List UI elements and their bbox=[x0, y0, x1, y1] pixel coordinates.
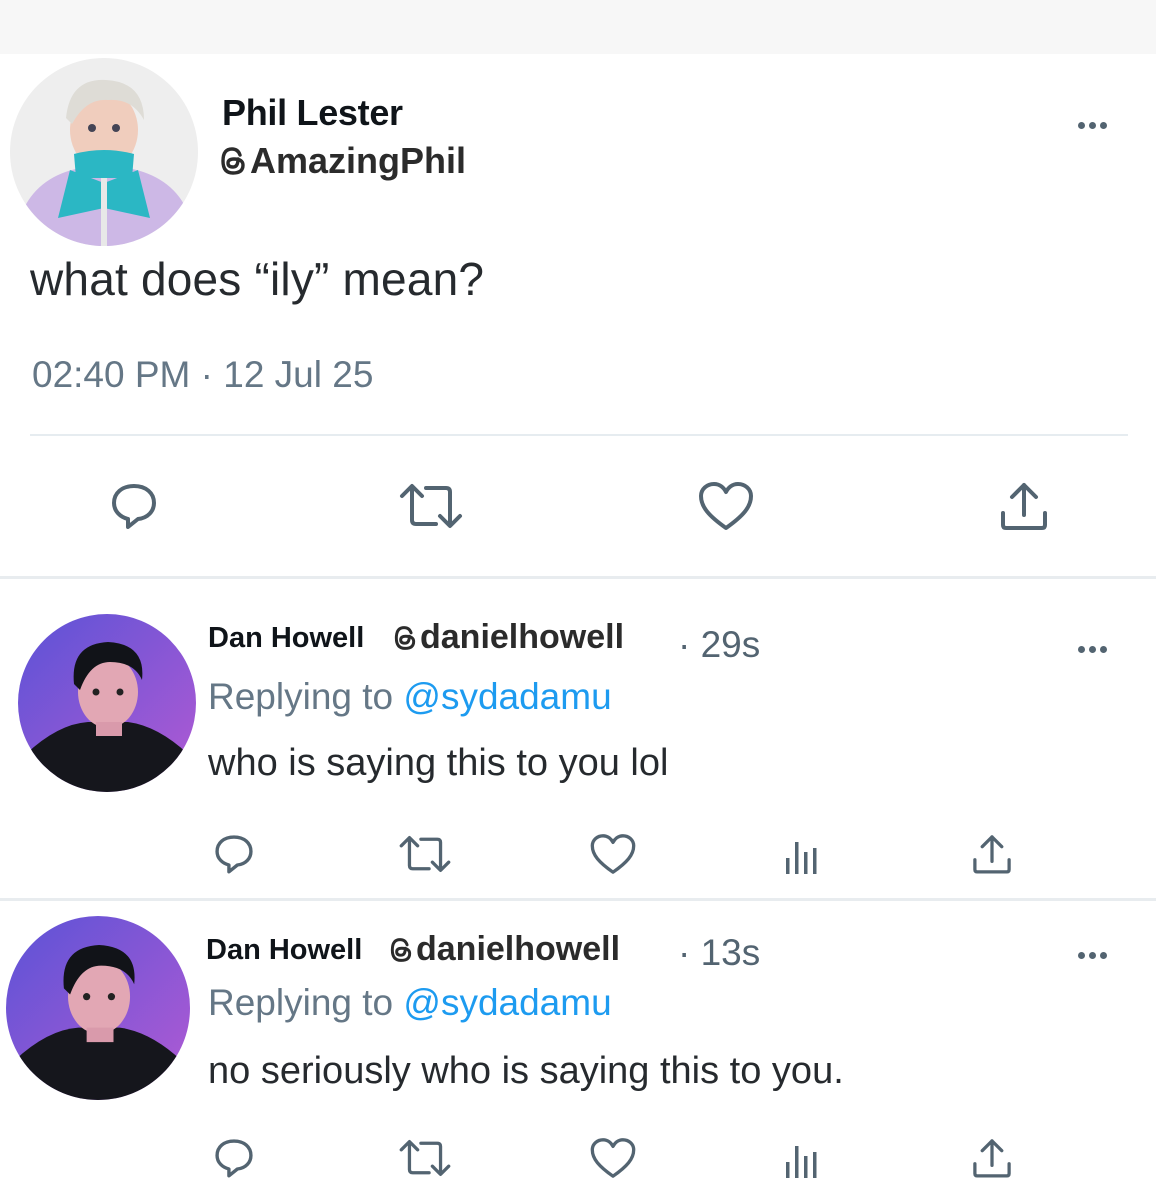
reply-age: · 29s bbox=[678, 624, 761, 665]
avatar[interactable] bbox=[6, 916, 190, 1100]
like-icon[interactable] bbox=[588, 1134, 638, 1182]
reply-icon[interactable] bbox=[210, 830, 258, 878]
retweet-icon[interactable] bbox=[396, 830, 454, 878]
replying-prefix: Replying to bbox=[208, 982, 404, 1023]
mention-link[interactable]: @sydadamu bbox=[403, 676, 611, 717]
reply-icon[interactable] bbox=[106, 478, 162, 534]
reply-icon[interactable] bbox=[210, 1134, 258, 1182]
reply-age: · 13s bbox=[678, 932, 761, 973]
threads-icon bbox=[390, 937, 412, 962]
share-icon[interactable] bbox=[996, 478, 1052, 534]
reply-action-bar bbox=[0, 1134, 1156, 1194]
more-options-icon[interactable] bbox=[1078, 640, 1118, 653]
replying-to: Replying to @sydadamu bbox=[208, 982, 612, 1024]
avatar[interactable] bbox=[18, 614, 196, 792]
replying-to: Replying to @sydadamu bbox=[208, 676, 612, 718]
main-tweet: Phil Lester AmazingPhil what does “ily” … bbox=[0, 54, 1156, 578]
divider bbox=[0, 576, 1156, 579]
share-icon[interactable] bbox=[968, 830, 1016, 878]
author-name[interactable]: Dan Howell bbox=[208, 622, 364, 655]
like-icon[interactable] bbox=[588, 830, 638, 878]
mention-link[interactable]: @sydadamu bbox=[403, 982, 611, 1023]
tweet-text: who is saying this to you lol bbox=[208, 742, 669, 784]
more-options-icon[interactable] bbox=[1078, 116, 1118, 129]
retweet-icon[interactable] bbox=[396, 1134, 454, 1182]
reply-tweet: Dan Howell danielhowell · 29s Replying t… bbox=[0, 580, 1156, 896]
author-handle-text: danielhowell bbox=[416, 930, 621, 968]
author-handle[interactable]: danielhowell bbox=[388, 930, 620, 969]
reply-tweet: Dan Howell danielhowell · 13s Replying t… bbox=[0, 902, 1156, 1200]
profile-photo bbox=[18, 614, 196, 792]
tweet-text: what does “ily” mean? bbox=[30, 253, 485, 305]
views-icon[interactable] bbox=[780, 1138, 824, 1182]
profile-photo bbox=[10, 58, 198, 246]
divider bbox=[30, 434, 1128, 436]
main-action-bar bbox=[0, 478, 1156, 538]
top-bar bbox=[0, 0, 1156, 54]
avatar[interactable] bbox=[10, 58, 198, 246]
more-options-icon[interactable] bbox=[1078, 946, 1118, 959]
retweet-icon[interactable] bbox=[396, 478, 466, 534]
threads-icon bbox=[394, 625, 416, 650]
author-handle-text: danielhowell bbox=[420, 618, 625, 656]
tweet-text: no seriously who is saying this to you. bbox=[208, 1050, 844, 1092]
reply-action-bar bbox=[0, 830, 1156, 890]
share-icon[interactable] bbox=[968, 1134, 1016, 1182]
author-handle[interactable]: AmazingPhil bbox=[218, 140, 466, 182]
tweet-timestamp[interactable]: 02:40 PM · 12 Jul 25 bbox=[32, 354, 373, 396]
divider bbox=[0, 898, 1156, 901]
author-name[interactable]: Dan Howell bbox=[206, 934, 362, 967]
author-handle[interactable]: danielhowell bbox=[392, 618, 624, 657]
views-icon[interactable] bbox=[780, 834, 824, 878]
replying-prefix: Replying to bbox=[208, 676, 404, 717]
author-name[interactable]: Phil Lester bbox=[222, 92, 403, 134]
author-handle-text: AmazingPhil bbox=[250, 140, 467, 181]
profile-photo bbox=[6, 916, 190, 1100]
threads-icon bbox=[221, 147, 245, 175]
like-icon[interactable] bbox=[696, 478, 756, 534]
